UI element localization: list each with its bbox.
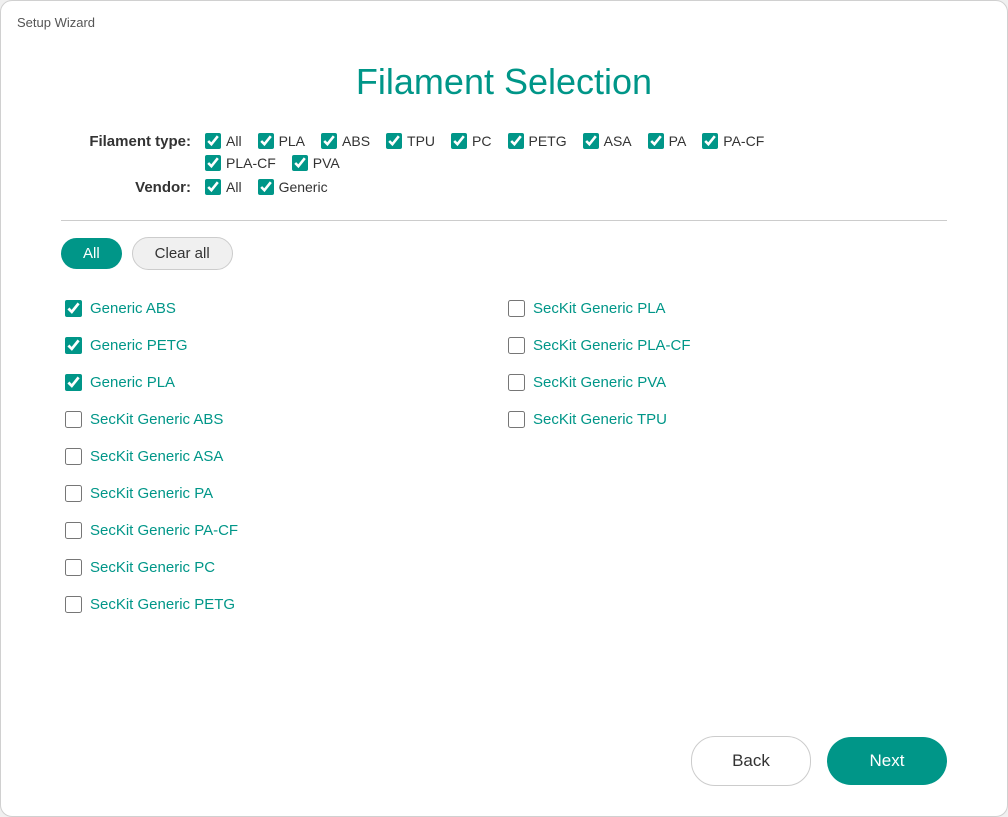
filament-item-seckit-petg[interactable]: SecKit Generic PETG xyxy=(61,586,504,623)
filament-type-checkbox-abs[interactable] xyxy=(321,133,337,149)
vendor-label: Vendor: xyxy=(61,179,191,196)
filament-type-checkbox-pa[interactable] xyxy=(648,133,664,149)
filament-type-checkbox-pa-cf[interactable] xyxy=(702,133,718,149)
filament-checkbox-seckit-tpu[interactable] xyxy=(508,411,525,428)
filament-checkbox-seckit-pa-cf[interactable] xyxy=(65,522,82,539)
filament-item-seckit-pa[interactable]: SecKit Generic PA xyxy=(61,475,504,512)
filament-item-seckit-pva[interactable]: SecKit Generic PVA xyxy=(504,364,947,401)
filament-checkbox-generic-abs[interactable] xyxy=(65,300,82,317)
vendor-checkbox-generic[interactable] xyxy=(258,179,274,195)
filament-type-row-1: All PLA ABS TPU PC PETG ASA PA PA-CF xyxy=(205,133,764,149)
vendor-options: All Generic xyxy=(205,179,328,195)
filament-item-generic-pla[interactable]: Generic PLA xyxy=(61,364,504,401)
filament-checkbox-seckit-petg[interactable] xyxy=(65,596,82,613)
filament-item-seckit-pla[interactable]: SecKit Generic PLA xyxy=(504,290,947,327)
vendor-generic[interactable]: Generic xyxy=(258,179,328,195)
filament-type-pa[interactable]: PA xyxy=(648,133,687,149)
filament-type-checkbox-pc[interactable] xyxy=(451,133,467,149)
filament-type-checkbox-pla-cf[interactable] xyxy=(205,155,221,171)
filament-type-checkbox-all[interactable] xyxy=(205,133,221,149)
filament-type-options: All PLA ABS TPU PC PETG ASA PA PA-CF PLA-CF PVA xyxy=(205,133,764,171)
filament-checkbox-generic-petg[interactable] xyxy=(65,337,82,354)
vendor-row: Vendor: All Generic xyxy=(61,179,947,196)
filament-item-seckit-pla-cf[interactable]: SecKit Generic PLA-CF xyxy=(504,327,947,364)
setup-wizard-label: Setup Wizard xyxy=(17,15,95,30)
filter-section: Filament type: All PLA ABS TPU PC PETG ASA PA PA… xyxy=(61,133,947,221)
filament-type-checkbox-petg[interactable] xyxy=(508,133,524,149)
filament-checkbox-seckit-asa[interactable] xyxy=(65,448,82,465)
content-area: Filament type: All PLA ABS TPU PC PETG ASA PA PA… xyxy=(1,133,1007,716)
filament-type-checkbox-pva[interactable] xyxy=(292,155,308,171)
vendor-all[interactable]: All xyxy=(205,179,242,195)
filament-col-1: Generic ABSGeneric PETGGeneric PLASecKit… xyxy=(61,290,504,623)
vendor-checkbox-all[interactable] xyxy=(205,179,221,195)
filament-type-tpu[interactable]: TPU xyxy=(386,133,435,149)
filament-checkbox-seckit-abs[interactable] xyxy=(65,411,82,428)
filament-type-row: Filament type: All PLA ABS TPU PC PETG ASA PA PA… xyxy=(61,133,947,171)
filament-item-seckit-pc[interactable]: SecKit Generic PC xyxy=(61,549,504,586)
filament-type-petg[interactable]: PETG xyxy=(508,133,567,149)
filament-type-pla-cf[interactable]: PLA-CF xyxy=(205,155,276,171)
filament-item-seckit-abs[interactable]: SecKit Generic ABS xyxy=(61,401,504,438)
filament-item-seckit-asa[interactable]: SecKit Generic ASA xyxy=(61,438,504,475)
clear-all-button[interactable]: Clear all xyxy=(132,237,233,270)
filament-type-checkbox-tpu[interactable] xyxy=(386,133,402,149)
filament-type-checkbox-pla[interactable] xyxy=(258,133,274,149)
filament-checkbox-seckit-pa[interactable] xyxy=(65,485,82,502)
filament-checkbox-seckit-pla-cf[interactable] xyxy=(508,337,525,354)
filament-type-pla[interactable]: PLA xyxy=(258,133,305,149)
filament-checkbox-seckit-pc[interactable] xyxy=(65,559,82,576)
filament-checkbox-seckit-pla[interactable] xyxy=(508,300,525,317)
back-button[interactable]: Back xyxy=(691,736,811,786)
filament-checkbox-generic-pla[interactable] xyxy=(65,374,82,391)
filament-type-checkbox-asa[interactable] xyxy=(583,133,599,149)
filament-item-generic-abs[interactable]: Generic ABS xyxy=(61,290,504,327)
main-window: Setup Wizard Filament Selection Filament… xyxy=(0,0,1008,817)
action-buttons: All Clear all xyxy=(61,237,947,270)
filament-type-asa[interactable]: ASA xyxy=(583,133,632,149)
filament-type-row-2: PLA-CF PVA xyxy=(205,155,764,171)
filament-type-abs[interactable]: ABS xyxy=(321,133,370,149)
filament-type-pva[interactable]: PVA xyxy=(292,155,340,171)
filament-type-all[interactable]: All xyxy=(205,133,242,149)
footer: Back Next xyxy=(1,716,1007,816)
filament-list: Generic ABSGeneric PETGGeneric PLASecKit… xyxy=(61,290,947,623)
filament-item-seckit-pa-cf[interactable]: SecKit Generic PA-CF xyxy=(61,512,504,549)
page-title: Filament Selection xyxy=(1,61,1007,103)
next-button[interactable]: Next xyxy=(827,737,947,785)
filament-type-pc[interactable]: PC xyxy=(451,133,491,149)
all-button[interactable]: All xyxy=(61,238,122,269)
filament-type-label: Filament type: xyxy=(61,133,191,150)
filament-item-generic-petg[interactable]: Generic PETG xyxy=(61,327,504,364)
filament-type-pa-cf[interactable]: PA-CF xyxy=(702,133,764,149)
filament-item-seckit-tpu[interactable]: SecKit Generic TPU xyxy=(504,401,947,438)
filament-col-2: SecKit Generic PLASecKit Generic PLA-CFS… xyxy=(504,290,947,623)
filament-checkbox-seckit-pva[interactable] xyxy=(508,374,525,391)
